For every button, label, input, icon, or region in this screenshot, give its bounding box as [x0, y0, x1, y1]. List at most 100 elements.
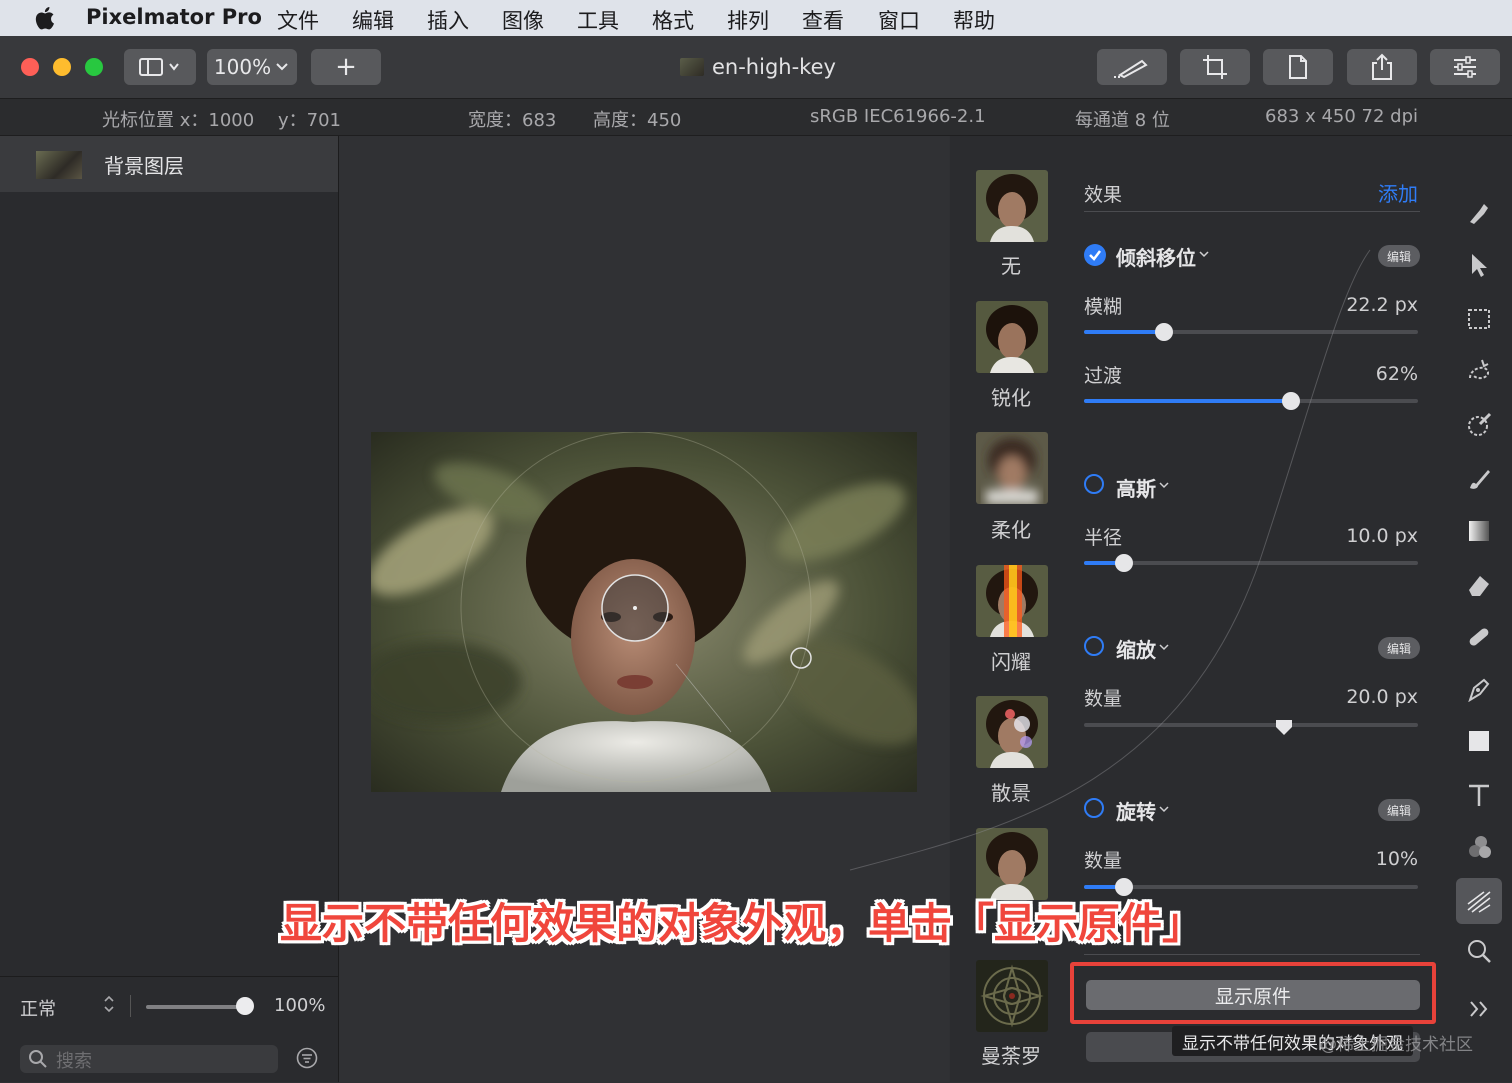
minimize-window-button[interactable] — [53, 58, 71, 76]
menu-arrange[interactable]: 排列 — [727, 5, 769, 35]
retouch-tool-icon[interactable] — [1466, 624, 1492, 650]
zoom-window-button[interactable] — [85, 58, 103, 76]
style-tool-icon[interactable] — [1466, 200, 1492, 226]
crop-button[interactable] — [1180, 49, 1250, 85]
menu-format[interactable]: 格式 — [652, 5, 694, 35]
selection-tool-icon[interactable] — [1466, 306, 1492, 332]
effect-name[interactable]: 缩放 — [1116, 634, 1156, 663]
blend-mode-select[interactable]: 正常 — [20, 995, 56, 1021]
sidebar-toggle-button[interactable] — [124, 49, 196, 85]
arrange-tool-icon[interactable] — [1466, 252, 1492, 278]
erase-tool-icon[interactable] — [1466, 572, 1492, 598]
pen-tool-icon[interactable] — [1466, 676, 1492, 702]
tutorial-caption: 显示不带任何效果的对象外观，单击「显示原件」 — [280, 899, 1205, 948]
param-slider[interactable] — [1084, 554, 1418, 572]
param-slider[interactable] — [1084, 720, 1418, 735]
close-window-button[interactable] — [21, 58, 39, 76]
effect-preset-label: 无 — [1001, 254, 1021, 278]
effect-enabled-checkbox[interactable] — [1084, 798, 1104, 818]
quick-selection-tool-icon[interactable] — [1466, 358, 1492, 384]
color-tool-icon[interactable] — [1466, 834, 1492, 860]
effect-preset-thumbnail[interactable] — [976, 432, 1048, 504]
effect-name[interactable]: 旋转 — [1116, 796, 1156, 825]
menu-bar: Pixelmator Pro 文件 编辑 插入 图像 工具 格式 排列 查看 窗… — [0, 0, 1512, 36]
effect-preset-thumbnail[interactable] — [976, 565, 1048, 637]
effect-preset-thumbnail[interactable] — [976, 696, 1048, 768]
more-tools-icon[interactable] — [1466, 996, 1492, 1022]
param-value: 20.0 px — [1346, 686, 1418, 708]
zoom-dropdown[interactable]: 100% — [207, 49, 297, 85]
param-slider[interactable] — [1084, 392, 1418, 410]
menu-insert[interactable]: 插入 — [427, 5, 469, 35]
chevron-down-icon[interactable] — [1158, 480, 1170, 490]
opacity-slider-knob[interactable] — [236, 997, 254, 1015]
slider-knob[interactable] — [1282, 392, 1301, 410]
edit-effect-button[interactable]: 编辑 — [1378, 245, 1420, 267]
param-slider[interactable] — [1084, 878, 1418, 896]
zoom-tool-icon[interactable] — [1466, 938, 1492, 964]
menu-view[interactable]: 查看 — [802, 5, 844, 35]
edit-effect-button[interactable]: 编辑 — [1378, 799, 1420, 821]
paint-tool-icon[interactable] — [1466, 466, 1492, 492]
menu-file[interactable]: 文件 — [277, 5, 319, 35]
chevron-down-icon — [276, 63, 288, 71]
effect-preset-thumbnail[interactable] — [976, 170, 1048, 242]
highlight-box — [1070, 962, 1436, 1024]
zoom-value: 100% — [213, 55, 272, 79]
share-button[interactable] — [1347, 49, 1417, 85]
menu-help[interactable]: 帮助 — [953, 5, 995, 35]
effect-enabled-checkbox[interactable] — [1084, 244, 1106, 266]
type-tool-icon[interactable] — [1466, 782, 1492, 808]
document-title[interactable]: en-high-key — [712, 55, 836, 79]
gradient-tool-icon[interactable] — [1466, 518, 1492, 544]
portrait-thumbnail — [976, 565, 1048, 637]
chevron-down-icon[interactable] — [1158, 642, 1170, 652]
slider-knob[interactable] — [1155, 323, 1174, 341]
filter-icon[interactable] — [296, 1047, 318, 1069]
menu-image[interactable]: 图像 — [502, 5, 544, 35]
slider-knob[interactable] — [1115, 554, 1134, 572]
share-icon — [1372, 53, 1392, 80]
watermark: @稀土掘金技术社区 — [1320, 1035, 1473, 1055]
shape-tool-icon[interactable] — [1466, 728, 1492, 754]
color-profile: sRGB IEC61966-2.1 — [810, 106, 986, 127]
menu-tools[interactable]: 工具 — [577, 5, 619, 35]
add-effect-button[interactable]: 添加 — [1378, 178, 1418, 207]
effect-enabled-checkbox[interactable] — [1084, 636, 1104, 656]
param-slider[interactable] — [1084, 323, 1418, 341]
document-image[interactable] — [371, 432, 917, 792]
param-label: 半径 — [1084, 527, 1123, 549]
apple-icon[interactable] — [32, 5, 56, 31]
tools-palette — [1444, 136, 1512, 1082]
layer-row[interactable]: 背景图层 — [0, 136, 338, 192]
sidebar-icon — [139, 58, 179, 76]
slider-fill — [1084, 330, 1165, 334]
effect-preset-label: 曼荼罗 — [981, 1044, 1041, 1068]
menu-edit[interactable]: 编辑 — [352, 5, 394, 35]
chevron-down-icon[interactable] — [1198, 249, 1210, 259]
effect-preset-thumbnail[interactable] — [976, 301, 1048, 373]
color-adjust-tool-icon[interactable] — [1466, 412, 1492, 438]
updown-chevron-icon[interactable] — [102, 993, 116, 1015]
effect-preset-thumbnail[interactable] — [976, 960, 1048, 1032]
effect-name[interactable]: 高斯 — [1116, 473, 1156, 502]
app-name-menu[interactable]: Pixelmator Pro — [86, 5, 262, 29]
effect-name[interactable]: 倾斜移位 — [1116, 242, 1196, 271]
param-value: 10.0 px — [1346, 525, 1418, 547]
effect-preset-label: 柔化 — [991, 518, 1031, 542]
opacity-slider[interactable] — [146, 1005, 246, 1009]
effect-preset-label: 闪耀 — [991, 650, 1031, 674]
effect-enabled-checkbox[interactable] — [1084, 474, 1104, 494]
export-document-button[interactable] — [1263, 49, 1333, 85]
sliders-icon — [1454, 56, 1476, 78]
menu-window[interactable]: 窗口 — [878, 5, 920, 35]
adjustments-button[interactable] — [1430, 49, 1500, 85]
portrait-thumbnail — [976, 301, 1048, 373]
markup-tool-button[interactable] — [1097, 49, 1167, 85]
slider-knob[interactable] — [1275, 719, 1293, 737]
effects-tool-button[interactable] — [1456, 878, 1502, 924]
add-button[interactable]: + — [311, 49, 381, 85]
chevron-down-icon[interactable] — [1158, 804, 1170, 814]
divider — [1084, 954, 1420, 955]
edit-effect-button[interactable]: 编辑 — [1378, 637, 1420, 659]
